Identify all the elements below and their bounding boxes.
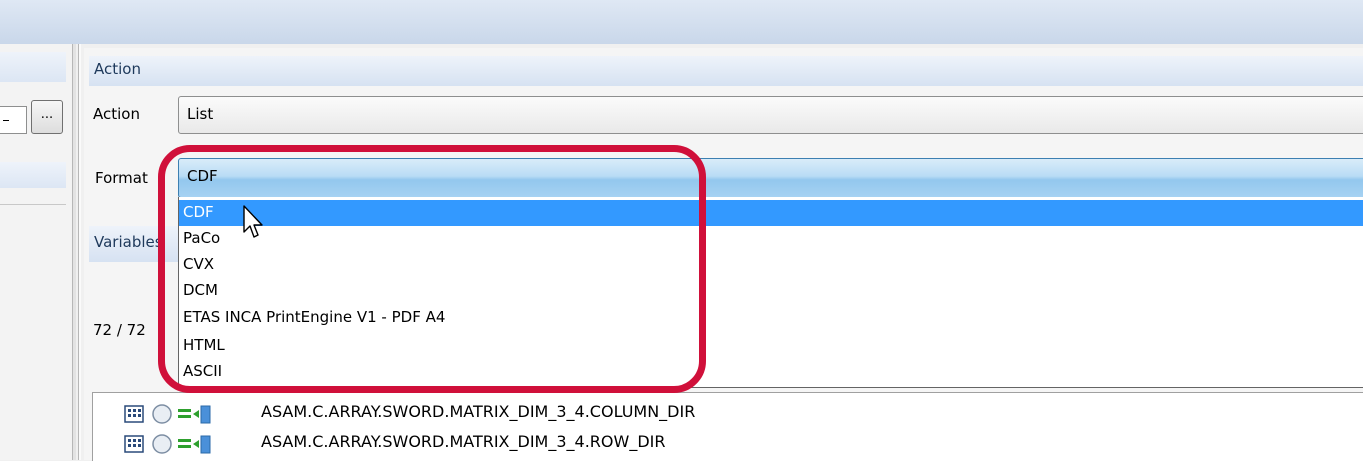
variable-icon (124, 434, 211, 454)
variable-count: 72 / 72 (93, 321, 146, 339)
path-field[interactable] (0, 106, 27, 134)
left-separator (0, 204, 66, 205)
action-section-title: Action (94, 60, 141, 78)
left-panel: ... (0, 44, 72, 460)
window-top-bar (0, 0, 1363, 44)
panel-splitter[interactable] (72, 44, 76, 460)
tree-row-label: ASAM.C.ARRAY.SWORD.MATRIX_DIM_3_4.COLUMN… (261, 402, 696, 421)
variables-section-title: Variables (94, 233, 163, 251)
path-field-text (3, 120, 9, 121)
format-label: Format (95, 169, 148, 187)
action-combobox[interactable]: List (178, 96, 1363, 134)
action-section-header: Action (89, 56, 1363, 86)
variable-icon (124, 404, 211, 424)
action-combobox-value: List (187, 105, 214, 123)
panel-splitter-edge (78, 44, 81, 460)
left-section-header-2 (0, 162, 66, 188)
variables-tree[interactable]: ASAM.C.ARRAY.SWORD.MATRIX_DIM_3_4.COLUMN… (92, 392, 1363, 461)
highlight-annotation (158, 145, 706, 393)
action-label: Action (93, 105, 140, 123)
left-section-header (0, 52, 66, 82)
tree-row-label: ASAM.C.ARRAY.SWORD.MATRIX_DIM_3_4.ROW_DI… (261, 432, 666, 451)
browse-button[interactable]: ... (31, 100, 63, 134)
